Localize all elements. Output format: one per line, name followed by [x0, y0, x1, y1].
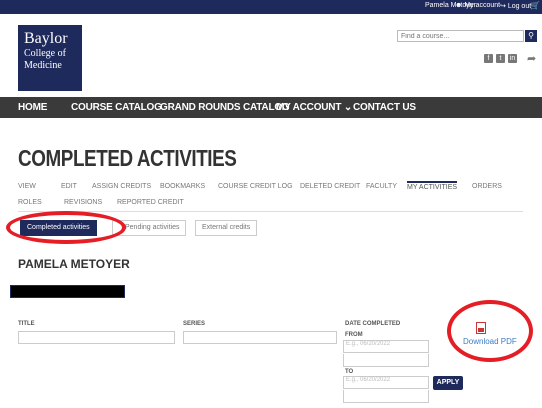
- nav-contact-us[interactable]: CONTACT US: [353, 102, 416, 113]
- nav-my-account-label: MY ACCOUNT: [276, 102, 342, 113]
- tab-revisions[interactable]: REVISIONS: [64, 199, 102, 206]
- tab-deleted-credit[interactable]: DELETED CREDIT: [300, 183, 360, 190]
- apply-button[interactable]: APPLY: [433, 376, 463, 390]
- tab-reported-credit[interactable]: REPORTED CREDIT: [117, 199, 184, 206]
- my-account-link[interactable]: ☻ My account: [455, 2, 500, 9]
- logo-line-1: Baylor: [24, 30, 68, 47]
- series-filter-label: SERIES: [183, 321, 206, 327]
- logo-line-2: College of: [24, 48, 66, 59]
- tab-assign-credits[interactable]: ASSIGN CREDITS: [92, 183, 151, 190]
- twitter-icon[interactable]: t: [496, 54, 505, 63]
- share-icon[interactable]: ➦: [527, 52, 536, 65]
- tab-divider: [18, 211, 523, 212]
- person-name: PAMELA METOYER: [18, 257, 130, 271]
- series-filter-input[interactable]: [183, 331, 337, 344]
- download-pdf-link[interactable]: Download PDF: [463, 337, 517, 346]
- pdf-file-icon[interactable]: [476, 322, 486, 334]
- logo-line-3: Medicine: [24, 60, 62, 71]
- subtab-external-credits[interactable]: External credits: [195, 220, 258, 236]
- tab-view[interactable]: VIEW: [18, 183, 36, 190]
- from-date-calendar[interactable]: [343, 354, 429, 367]
- cart-icon[interactable]: 🛒: [530, 1, 540, 10]
- facebook-icon[interactable]: f: [484, 54, 493, 63]
- tab-edit[interactable]: EDIT: [61, 183, 77, 190]
- from-label: FROM: [345, 332, 363, 338]
- baylor-logo[interactable]: Baylor College of Medicine: [18, 25, 82, 91]
- to-label: TO: [345, 369, 354, 375]
- title-filter-input[interactable]: [18, 331, 175, 344]
- secondary-tabs: ROLES REVISIONS REPORTED CREDIT: [0, 196, 542, 210]
- nav-home[interactable]: HOME: [18, 102, 47, 113]
- log-out-link[interactable]: ↪ Log out: [500, 2, 531, 10]
- primary-tabs: VIEW EDIT ASSIGN CREDITS BOOKMARKS COURS…: [0, 180, 542, 195]
- tab-orders[interactable]: ORDERS: [472, 183, 502, 190]
- my-account-label: My account: [464, 2, 501, 9]
- nav-grand-rounds-catalog[interactable]: GRAND ROUNDS CATALOG: [160, 102, 290, 113]
- annotation-circle-completed: [6, 211, 126, 244]
- tab-roles[interactable]: ROLES: [18, 199, 42, 206]
- annotation-circle-download: [447, 300, 533, 362]
- date-completed-label: DATE COMPLETED: [345, 321, 401, 327]
- nav-course-catalog[interactable]: COURSE CATALOG: [71, 102, 162, 113]
- main-navigation: HOME COURSE CATALOG GRAND ROUNDS CATALOG…: [0, 97, 542, 118]
- tab-faculty[interactable]: FACULTY: [366, 183, 397, 190]
- redacted-block: [10, 285, 125, 298]
- from-date-input[interactable]: E.g., 06/20/2022: [343, 340, 429, 353]
- title-filter-label: TITLE: [18, 321, 35, 327]
- search-icon[interactable]: ⚲: [525, 30, 537, 42]
- tab-bookmarks[interactable]: BOOKMARKS: [160, 183, 205, 190]
- to-date-input[interactable]: E.g., 06/20/2022: [343, 376, 429, 389]
- to-date-calendar[interactable]: [343, 390, 429, 403]
- page-title: COMPLETED ACTIVITIES: [18, 145, 237, 171]
- course-search-input[interactable]: [397, 30, 524, 42]
- nav-my-account[interactable]: MY ACCOUNT ⌄: [276, 102, 352, 113]
- tab-course-credit-log[interactable]: COURSE CREDIT LOG: [218, 183, 293, 190]
- log-out-label: Log out: [507, 3, 532, 10]
- top-utility-bar: Pamela Metoyer ☻ My account ↪ Log out 🛒: [0, 0, 542, 14]
- linkedin-icon[interactable]: in: [508, 54, 517, 63]
- tab-my-activities[interactable]: MY ACTIVITIES: [407, 181, 458, 191]
- chevron-down-icon: ⌄: [343, 102, 353, 113]
